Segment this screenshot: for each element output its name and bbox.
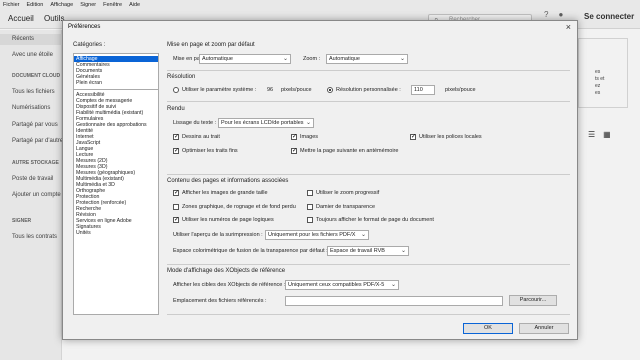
custom-dpi-unit: pixels/pouce bbox=[445, 87, 476, 93]
section-divider bbox=[167, 314, 570, 315]
checkbox-box[interactable] bbox=[307, 217, 313, 223]
system-resolution-option[interactable]: Utiliser le paramètre système : bbox=[173, 87, 256, 93]
category-separator bbox=[74, 89, 158, 90]
dialog-title: Préférences bbox=[68, 24, 101, 30]
rendering-section-title: Rendu bbox=[167, 106, 185, 112]
categories-label: Catégories : bbox=[73, 42, 106, 48]
chevron-down-icon: ⌄ bbox=[399, 56, 405, 62]
xobjects-section-title: Mode d'affichage des XObjects de référen… bbox=[167, 268, 286, 274]
checkbox-box[interactable] bbox=[173, 204, 179, 210]
xobjects-select[interactable]: Uniquement ceux compatibles PDF/X-5 ⌄ bbox=[285, 280, 399, 290]
smooth-zoom-checkbox[interactable]: Utiliser le zoom progressif bbox=[307, 190, 379, 196]
system-dpi-value: 96 bbox=[267, 87, 274, 93]
custom-resolution-option[interactable]: Résolution personnalisée : bbox=[327, 87, 401, 93]
checkbox-box[interactable] bbox=[291, 147, 297, 154]
custom-dpi-value: 110 bbox=[414, 87, 423, 93]
smooth-zoom-label: Utiliser le zoom progressif bbox=[316, 190, 380, 196]
section-divider bbox=[167, 101, 570, 102]
resolution-section-title: Résolution bbox=[167, 74, 196, 80]
layout-section-title: Mise en page et zoom par défaut bbox=[167, 42, 255, 48]
doc-size-checkbox[interactable]: Toujours afficher le format de page du d… bbox=[307, 217, 434, 223]
system-dpi-unit: pixels/pouce bbox=[281, 87, 312, 93]
images-checkbox[interactable]: Images bbox=[291, 133, 319, 140]
cache-pages-label: Mettre la page suivante en antémémoire bbox=[300, 148, 399, 154]
chevron-down-icon: ⌄ bbox=[305, 120, 311, 126]
checkbox-box[interactable] bbox=[173, 216, 179, 223]
system-fonts-label: Utiliser les polices locales bbox=[419, 134, 482, 140]
art-trim-bleed-checkbox[interactable]: Zones graphique, de rognage et de fond p… bbox=[173, 204, 296, 210]
custom-resolution-label: Résolution personnalisée : bbox=[336, 87, 401, 93]
checkbox-box[interactable] bbox=[173, 189, 179, 196]
overprint-label: Utiliser l'aperçu de la surimpression : bbox=[173, 232, 263, 238]
page-content-section-title: Contenu des pages et informations associ… bbox=[167, 178, 289, 184]
checkbox-box[interactable] bbox=[291, 133, 297, 140]
page-layout-value: Automatique bbox=[202, 56, 233, 62]
preferences-dialog: Préférences × Catégories : Affichage Com… bbox=[62, 20, 578, 340]
xobjects-value: Uniquement ceux compatibles PDF/X-5 bbox=[288, 282, 385, 288]
text-smoothing-label: Lissage du texte : bbox=[173, 120, 217, 126]
zoom-value: Automatique bbox=[329, 56, 360, 62]
system-resolution-label: Utiliser le paramètre système : bbox=[182, 87, 257, 93]
thin-lines-label: Optimiser les traits fins bbox=[182, 148, 238, 154]
large-images-checkbox[interactable]: Afficher les images de grande taille bbox=[173, 189, 268, 196]
category-item[interactable]: Plein écran bbox=[74, 80, 158, 86]
overprint-select[interactable]: Uniquement pour les fichiers PDF/X ⌄ bbox=[265, 230, 369, 240]
blending-value: Espace de travail RVB bbox=[330, 248, 385, 254]
blending-select[interactable]: Espace de travail RVB ⌄ bbox=[327, 246, 409, 256]
ref-location-input[interactable] bbox=[285, 296, 503, 306]
cancel-button[interactable]: Annuler bbox=[519, 323, 569, 334]
close-icon[interactable]: × bbox=[566, 22, 571, 32]
ref-location-label: Emplacement des fichiers référencés : bbox=[173, 298, 267, 304]
logical-page-numbers-label: Utiliser les numéros de page logiques bbox=[182, 217, 274, 223]
zoom-select[interactable]: Automatique ⌄ bbox=[326, 54, 408, 64]
blending-label: Espace colorimétrique de fusion de la tr… bbox=[173, 248, 328, 254]
system-resolution-radio[interactable] bbox=[173, 87, 179, 93]
category-item[interactable]: Unités bbox=[74, 230, 158, 236]
checkbox-box[interactable] bbox=[307, 204, 313, 210]
text-smoothing-select[interactable]: Pour les écrans LCD/de portables ⌄ bbox=[218, 118, 314, 128]
checkbox-box[interactable] bbox=[173, 147, 179, 154]
doc-size-label: Toujours afficher le format de page du d… bbox=[316, 217, 434, 223]
xobjects-label: Afficher les cibles des XObjects de réfé… bbox=[173, 282, 286, 288]
categories-list: Affichage Commentaires Documents Général… bbox=[73, 53, 159, 315]
line-art-checkbox[interactable]: Dessins au trait bbox=[173, 133, 220, 140]
art-trim-bleed-label: Zones graphique, de rognage et de fond p… bbox=[182, 204, 296, 210]
thin-lines-checkbox[interactable]: Optimiser les traits fins bbox=[173, 147, 238, 154]
logical-page-numbers-checkbox[interactable]: Utiliser les numéros de page logiques bbox=[173, 216, 274, 223]
chevron-down-icon: ⌄ bbox=[360, 232, 366, 238]
section-divider bbox=[167, 264, 570, 265]
line-art-label: Dessins au trait bbox=[182, 134, 220, 140]
text-smoothing-value: Pour les écrans LCD/de portables bbox=[221, 120, 304, 126]
system-fonts-checkbox[interactable]: Utiliser les polices locales bbox=[410, 133, 482, 140]
transparency-grid-checkbox[interactable]: Damier de transparence bbox=[307, 204, 375, 210]
checkbox-box[interactable] bbox=[410, 133, 416, 140]
chevron-down-icon: ⌄ bbox=[390, 282, 396, 288]
browse-button[interactable]: Parcourir... bbox=[509, 295, 557, 306]
ok-button[interactable]: OK bbox=[463, 323, 513, 334]
large-images-label: Afficher les images de grande taille bbox=[182, 190, 268, 196]
transparency-grid-label: Damier de transparence bbox=[316, 204, 376, 210]
overprint-value: Uniquement pour les fichiers PDF/X bbox=[268, 232, 356, 238]
checkbox-box[interactable] bbox=[173, 133, 179, 140]
zoom-label: Zoom : bbox=[303, 56, 321, 62]
custom-resolution-radio[interactable] bbox=[327, 87, 333, 93]
images-label: Images bbox=[300, 134, 319, 140]
checkbox-box[interactable] bbox=[307, 190, 313, 196]
chevron-down-icon: ⌄ bbox=[400, 248, 406, 254]
section-divider bbox=[167, 70, 570, 71]
chevron-down-icon: ⌄ bbox=[282, 56, 288, 62]
section-divider bbox=[167, 174, 570, 175]
page-layout-select[interactable]: Automatique ⌄ bbox=[199, 54, 291, 64]
cache-pages-checkbox[interactable]: Mettre la page suivante en antémémoire bbox=[291, 147, 399, 154]
custom-dpi-input[interactable]: 110 bbox=[411, 85, 435, 95]
